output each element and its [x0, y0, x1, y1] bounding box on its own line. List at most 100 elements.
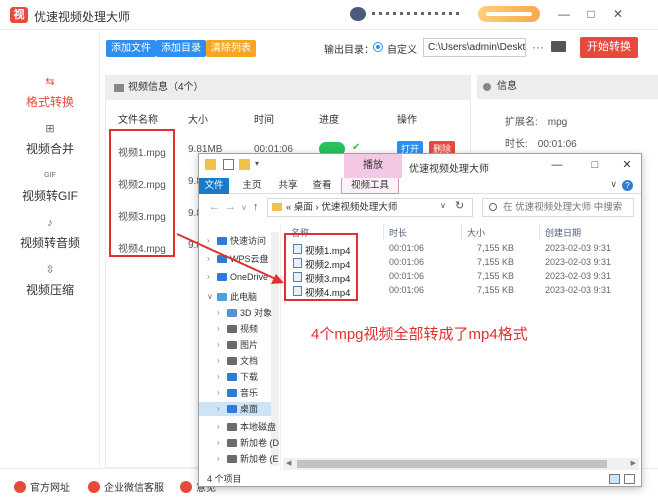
wechat-service-link[interactable]: 企业微信客服 [88, 479, 164, 494]
file-size: 7,155 KB [477, 271, 515, 281]
tab-share[interactable]: 共享 [273, 178, 303, 194]
recent-dropdown-icon[interactable]: ∨ [241, 203, 247, 212]
forward-arrow-icon[interactable]: → [225, 201, 236, 213]
nav-item[interactable]: › 文档 [199, 354, 271, 368]
manage-tab[interactable]: 播放 [344, 154, 402, 178]
expand-chevron-icon[interactable]: ∨ [207, 290, 213, 304]
new-folder-icon[interactable] [239, 159, 250, 170]
sidebar-item-format-convert[interactable]: ⇆ 格式转换 [0, 75, 100, 115]
file-created: 2023-02-03 9:31 [545, 285, 612, 295]
toolbar: 添加文件 添加目录 清除列表 输出目录： 自定义 ··· 开始转换 [100, 30, 658, 66]
add-file-button[interactable]: 添加文件 [106, 40, 156, 57]
promo-text [372, 12, 460, 15]
desktop-icon [227, 405, 237, 413]
annotation-text: 4个mpg视频全部转成了mp4格式 [311, 326, 528, 343]
custom-radio-label[interactable]: 自定义 [387, 41, 417, 56]
expand-chevron-icon[interactable]: › [217, 420, 220, 434]
expand-chevron-icon[interactable]: › [217, 354, 220, 368]
folder-icon[interactable] [551, 41, 566, 52]
back-arrow-icon[interactable]: ← [209, 201, 220, 213]
expand-chevron-icon[interactable]: › [207, 252, 210, 266]
sidebar-item-video-to-audio[interactable]: ♪ 视频转音频 [0, 216, 100, 256]
nav-item[interactable]: › 3D 对象 [199, 306, 272, 320]
scroll-right-icon[interactable]: ▶ [631, 459, 636, 467]
sidebar-item-label: 视频转音频 [19, 236, 80, 250]
scroll-thumb[interactable] [297, 460, 607, 468]
nav-item[interactable]: › 新加卷 (D [199, 436, 279, 450]
expand-chevron-icon[interactable]: › [217, 322, 220, 336]
expand-chevron-icon[interactable]: › [207, 270, 210, 284]
custom-radio[interactable] [373, 42, 383, 52]
sidebar-item-video-merge[interactable]: ⊞ 视频合并 [0, 122, 100, 162]
close-button[interactable]: ✕ [609, 6, 627, 22]
nav-item[interactable]: › 下载 [199, 370, 271, 384]
search-input[interactable]: 在 优速视频处理大师 中搜索 [482, 198, 634, 217]
disk-icon [227, 423, 237, 431]
more-button[interactable]: ··· [532, 40, 544, 54]
nav-item[interactable]: › OneDrive [199, 270, 271, 284]
explorer-close-button[interactable]: ✕ [619, 158, 635, 172]
start-convert-button[interactable]: 开始转换 [580, 37, 638, 58]
maximize-button[interactable]: □ [582, 6, 600, 22]
help-icon[interactable]: ? [622, 180, 633, 191]
nav-item[interactable]: › 图片 [199, 338, 271, 352]
expand-chevron-icon[interactable]: › [207, 234, 210, 248]
file-duration: 00:01:06 [389, 243, 425, 253]
expand-chevron-icon[interactable]: › [217, 306, 220, 320]
tab-video-tools[interactable]: 视频工具 [341, 178, 399, 194]
sidebar-item-video-to-gif[interactable]: GIF 视频转GIF [0, 169, 100, 209]
minimize-button[interactable]: — [555, 6, 573, 22]
file-duration: 00:01:06 [389, 257, 425, 267]
expand-chevron-icon[interactable]: › [217, 338, 220, 352]
column-divider [461, 224, 462, 240]
promo-banner[interactable] [350, 7, 460, 21]
nav-item[interactable]: › 快速访问 [199, 234, 271, 248]
info-duration-value: 00:01:06 [537, 139, 577, 150]
official-site-link[interactable]: 官方网址 [14, 479, 70, 494]
disk-icon [227, 455, 237, 463]
sidebar-item-label: 视频合并 [25, 142, 74, 156]
expand-chevron-icon[interactable]: › [217, 370, 220, 384]
nav-item[interactable]: › 本地磁盘 [199, 420, 276, 434]
expand-chevron-icon[interactable]: › [217, 386, 220, 400]
large-icons-view-icon[interactable] [624, 474, 635, 484]
expand-chevron-icon[interactable]: › [217, 452, 220, 466]
output-path-input[interactable] [423, 38, 526, 57]
add-folder-button[interactable]: 添加目录 [156, 40, 206, 57]
col-duration[interactable]: 时长 [389, 226, 407, 239]
nav-item[interactable]: › 新加卷 (E [199, 452, 279, 466]
clear-list-button[interactable]: 清除列表 [206, 40, 256, 57]
app-title-bar: 视 优速视频处理大师 — □ ✕ [0, 0, 658, 30]
col-size[interactable]: 大小 [467, 226, 485, 239]
nav-item[interactable]: › 视频 [199, 322, 271, 336]
col-created[interactable]: 创建日期 [545, 226, 581, 239]
tab-home[interactable]: 主页 [237, 178, 267, 194]
up-arrow-icon[interactable]: ↑ [253, 201, 259, 213]
column-divider [383, 224, 384, 240]
file-explorer-window: ▾ 播放 优速视频处理大师 — □ ✕ 文件 主页 共享 查看 视频工具 ∨ ?… [198, 153, 642, 487]
nav-item[interactable]: › 音乐 [199, 386, 271, 400]
ribbon-expand-icon[interactable]: ∨ [610, 179, 617, 190]
explorer-maximize-button[interactable]: □ [587, 158, 603, 172]
explorer-minimize-button[interactable]: — [549, 158, 565, 172]
nav-item[interactable]: › 桌面 [199, 402, 271, 416]
expand-chevron-icon[interactable]: › [217, 436, 220, 450]
highlight-box-source-files [109, 129, 175, 257]
vip-badge[interactable] [478, 6, 540, 22]
properties-icon[interactable] [223, 159, 234, 170]
qa-dropdown-icon[interactable]: ▾ [255, 159, 266, 170]
sidebar-item-video-compress[interactable]: ⇳ 视频压缩 [0, 263, 100, 303]
expand-chevron-icon[interactable]: › [217, 402, 220, 416]
horizontal-scrollbar[interactable]: ◀ ▶ [283, 458, 639, 470]
address-dropdown-icon[interactable]: ∨ [440, 201, 446, 210]
details-view-icon[interactable] [609, 474, 620, 484]
nav-item[interactable]: › WPS云盘 [199, 252, 271, 266]
nav-item[interactable]: ∨ 此电脑 [199, 290, 271, 304]
col-operation: 操作 [397, 115, 417, 126]
address-bar-row: ← → ∨ ↑ « 桌面 › 优速视频处理大师 ∨ ↻ 在 优速视频处理大师 中… [199, 196, 641, 220]
refresh-icon[interactable]: ↻ [455, 199, 464, 212]
service-icon [88, 481, 100, 493]
tab-view[interactable]: 查看 [307, 178, 337, 194]
scroll-left-icon[interactable]: ◀ [286, 459, 291, 467]
tab-file[interactable]: 文件 [199, 178, 229, 194]
